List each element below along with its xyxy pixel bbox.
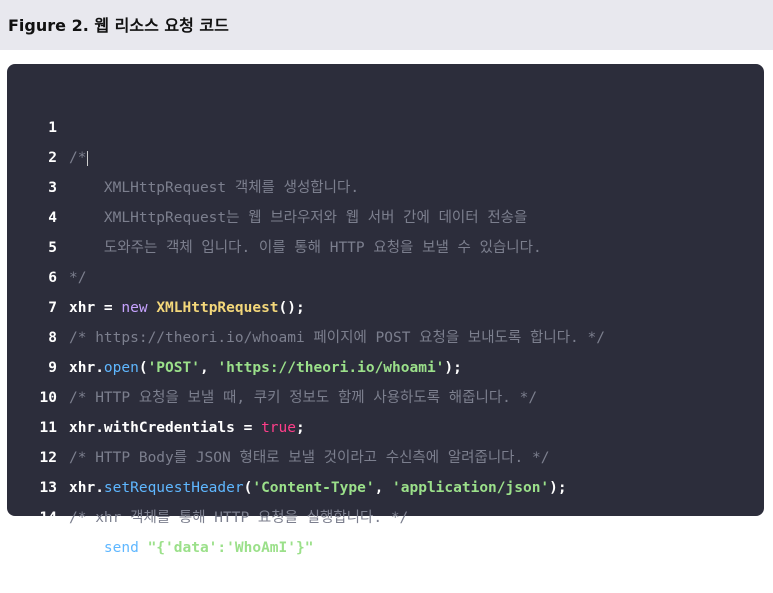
code-token: xhr = xyxy=(69,300,122,316)
code-line-13: 13 /* xhr 객체를 통해 HTTP 요청을 실행합니다. */ xyxy=(7,443,409,526)
method-token: setRequestHeader xyxy=(103,480,244,496)
line-content: xhr.open('POST', 'https://theori.io/whoa… xyxy=(69,353,462,383)
code-token: , xyxy=(199,360,218,376)
code-line-14: 14 xhr.send("{'data':'WhoAmI'}"); xyxy=(7,473,331,556)
code-token: xhr. xyxy=(69,540,104,556)
string-token: 'Content-Type' xyxy=(252,480,375,496)
figure-caption: Figure 2. 웹 리소스 요청 코드 xyxy=(8,16,229,35)
string-token: 'application/json' xyxy=(392,480,550,496)
comment-text: 도와주는 객체 입니다. 이를 통해 HTTP 요청을 보낼 수 있습니다. xyxy=(69,240,542,256)
code-line-2: 2 XMLHttpRequest 객체를 생성합니다. xyxy=(7,113,359,196)
boolean-token: true xyxy=(261,420,296,436)
line-content: xhr.send("{'data':'WhoAmI'}"); xyxy=(69,533,331,563)
comment-text: /* HTTP 요청을 보낼 때, 쿠키 정보도 함께 사용하도록 해줍니다. … xyxy=(69,390,538,406)
code-line-7: 7 /* https://theori.io/whoami 페이지에 POST … xyxy=(7,263,605,346)
code-token: xhr. xyxy=(69,360,104,376)
line-content: xhr.withCredentials = true; xyxy=(69,413,305,443)
code-token: (); xyxy=(278,300,305,316)
comment-text: XMLHttpRequest는 웹 브라우저와 웹 서버 간에 데이터 전송을 xyxy=(69,210,528,226)
code-token: ; xyxy=(295,420,305,436)
comment-text: */ xyxy=(69,270,87,286)
code-line-4: 4 도와주는 객체 입니다. 이를 통해 HTTP 요청을 보낼 수 있습니다. xyxy=(7,173,541,256)
caption-bar: Figure 2. 웹 리소스 요청 코드 xyxy=(0,0,773,50)
code-line-9: 9 /* HTTP 요청을 보낼 때, 쿠키 정보도 함께 사용하도록 해줍니다… xyxy=(7,323,537,406)
line-number: 14 xyxy=(39,510,57,526)
code-line-1: 1 /* xyxy=(7,83,89,166)
method-token: open xyxy=(103,360,139,376)
method-token: send xyxy=(103,540,139,556)
code-line-8: 8 xhr.open('POST', 'https://theori.io/wh… xyxy=(7,293,462,376)
code-token: ( xyxy=(138,540,148,556)
code-block: 1 /* 2 XMLHttpRequest 객체를 생성합니다. 3 XMLHt… xyxy=(7,64,764,556)
comment-text: /* https://theori.io/whoami 페이지에 POST 요청… xyxy=(69,330,605,346)
comment-text: /* xhr 객체를 통해 HTTP 요청을 실행합니다. */ xyxy=(69,510,409,526)
code-line-6: 6 xhr = new XMLHttpRequest(); xyxy=(7,233,304,316)
code-token: ); xyxy=(444,360,462,376)
code-token: xhr.withCredentials = xyxy=(69,420,262,436)
code-line-11: 11 /* HTTP Body를 JSON 형태로 보낼 것이라고 수신측에 알… xyxy=(7,383,550,466)
code-token: ); xyxy=(549,480,567,496)
code-token: ( xyxy=(138,360,148,376)
comment-text: /* HTTP Body를 JSON 형태로 보낼 것이라고 수신측에 알려줍니… xyxy=(69,450,550,466)
line-content: /* xyxy=(69,143,89,173)
comment-text: /* xyxy=(69,150,87,166)
string-token: 'POST' xyxy=(147,360,200,376)
code-line-3: 3 XMLHttpRequest는 웹 브라우저와 웹 서버 간에 데이터 전송… xyxy=(7,143,527,226)
code-line-10: 10 xhr.withCredentials = true; xyxy=(7,353,305,436)
code-token: ); xyxy=(313,540,331,556)
text-cursor xyxy=(87,150,89,166)
comment-text: XMLHttpRequest 객체를 생성합니다. xyxy=(69,180,360,196)
code-token: , xyxy=(374,480,393,496)
code-line-12: 12 xhr.setRequestHeader('Content-Type', … xyxy=(7,413,567,496)
keyword-token: new xyxy=(121,300,157,316)
line-content: xhr = new XMLHttpRequest(); xyxy=(69,293,305,323)
string-token: 'https://theori.io/whoami' xyxy=(217,360,445,376)
line-content: xhr.setRequestHeader('Content-Type', 'ap… xyxy=(69,473,567,503)
class-token: XMLHttpRequest xyxy=(156,300,279,316)
code-token: xhr. xyxy=(69,480,104,496)
code-line-5: 5 */ xyxy=(7,203,86,286)
string-token: "{'data':'WhoAmI'}" xyxy=(147,540,314,556)
